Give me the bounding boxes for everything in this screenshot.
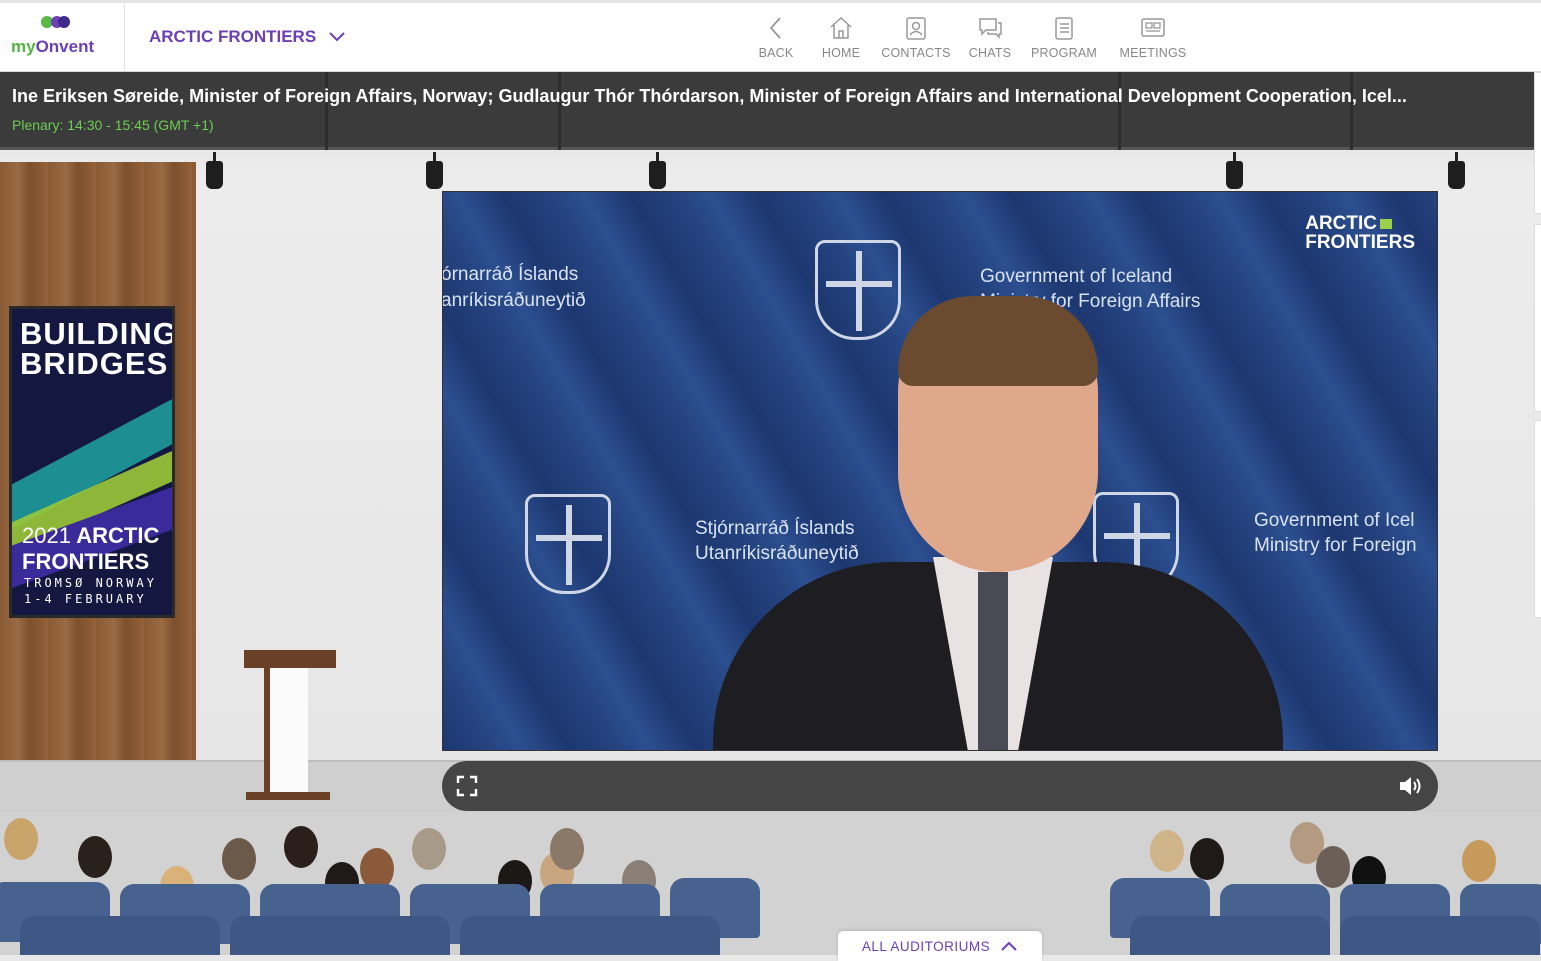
chevron-up-icon	[1001, 941, 1017, 951]
backdrop-text: Government of Iceland	[980, 266, 1173, 287]
nav-label: CONTACTS	[881, 46, 951, 60]
nav-label: BACK	[758, 46, 794, 60]
banner-details: TROMSØ NORWAY 1-4 FEBRUARY	[24, 576, 157, 606]
nav-chats[interactable]: CHATS	[965, 15, 1015, 60]
nav-label: MEETINGS	[1119, 46, 1187, 60]
spotlight-icon	[1447, 152, 1465, 194]
nav-contacts[interactable]: CONTACTS	[881, 15, 951, 60]
video-player[interactable]: órnarráð Íslands anríkisráðuneytið Gover…	[442, 191, 1438, 751]
banner-title: BUILDING BRIDGES	[20, 316, 175, 381]
nav-label: CHATS	[968, 46, 1012, 60]
contacts-icon	[906, 17, 926, 40]
nav-meetings[interactable]: MEETINGS	[1116, 15, 1190, 60]
spotlight-icon	[648, 152, 666, 194]
program-icon	[1055, 17, 1073, 40]
volume-icon[interactable]	[1398, 774, 1424, 798]
chevron-down-icon	[329, 32, 345, 42]
session-title: Ine Eriksen Søreide, Minister of Foreign…	[12, 86, 1407, 106]
session-header: Ine Eriksen Søreide, Minister of Foreign…	[0, 72, 1534, 150]
main-nav: BACK HOME CONTACTS CHATS PROGRAM MEETING…	[752, 15, 1190, 60]
event-banner: BUILDING BRIDGES 2021 ARCTIC FRONTIERS T…	[9, 306, 175, 618]
spotlight-icon	[1225, 152, 1243, 194]
meetings-icon	[1141, 18, 1165, 37]
banner-subtitle: 2021 ARCTIC FRONTIERS	[22, 523, 160, 574]
backdrop-text: anríkisráðuneytið	[442, 290, 586, 311]
nav-home[interactable]: HOME	[814, 15, 868, 60]
video-controls	[442, 761, 1438, 811]
backdrop-text: órnarráð Íslands	[442, 264, 579, 285]
event-selector[interactable]: ARCTIC FRONTIERS	[149, 27, 346, 47]
chat-icon	[979, 18, 1002, 39]
brand-name: myOnvent	[11, 37, 95, 56]
side-tab[interactable]	[1534, 224, 1541, 412]
spotlight-icon	[425, 152, 443, 194]
nav-label: HOME	[821, 46, 861, 60]
chevron-left-icon	[769, 17, 781, 39]
side-tab[interactable]	[1534, 72, 1541, 214]
podium	[244, 650, 336, 800]
side-tab[interactable]	[1534, 420, 1541, 618]
arctic-frontiers-logo: ARCTIC FRONTIERS	[1305, 213, 1415, 253]
auditorium-scene: Ine Eriksen Søreide, Minister of Foreign…	[0, 72, 1541, 955]
all-auditoriums-button[interactable]: ALL AUDITORIUMS	[838, 931, 1042, 961]
audience-seating	[0, 812, 1541, 955]
event-title: ARCTIC FRONTIERS	[149, 27, 317, 46]
spotlight-icon	[205, 152, 223, 194]
nav-program[interactable]: PROGRAM	[1029, 15, 1099, 60]
coat-of-arms-icon	[525, 494, 611, 594]
session-time: Plenary: 14:30 - 15:45 (GMT +1)	[12, 117, 214, 133]
top-bar: myOnvent ARCTIC FRONTIERS BACK HOME CONT…	[0, 0, 1541, 72]
speaker-video	[713, 296, 1283, 750]
nav-label: PROGRAM	[1031, 46, 1097, 60]
myonvent-logo-icon	[41, 16, 71, 30]
home-icon	[830, 16, 852, 39]
fullscreen-icon[interactable]	[456, 775, 478, 797]
all-auditoriums-label: ALL AUDITORIUMS	[861, 938, 991, 954]
brand-logo[interactable]: myOnvent	[0, 3, 125, 72]
nav-back[interactable]: BACK	[752, 15, 800, 60]
